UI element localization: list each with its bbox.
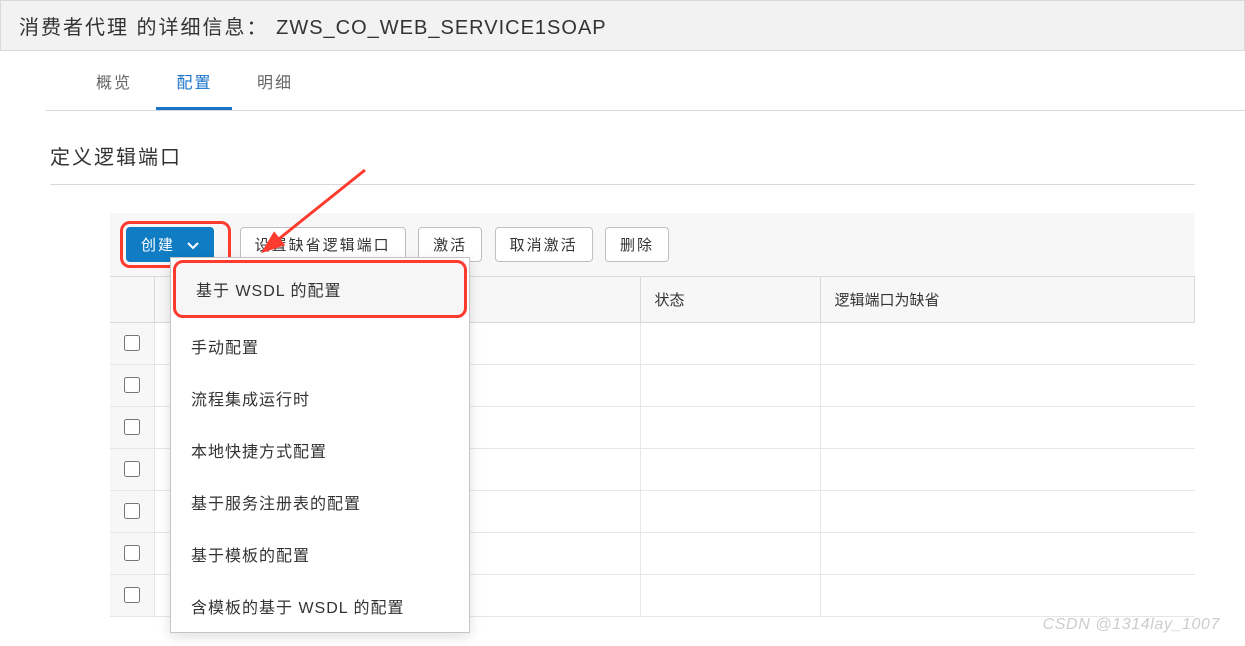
- header-name: ZWS_CO_WEB_SERVICE1SOAP: [276, 17, 607, 39]
- row-checkbox[interactable]: [124, 461, 140, 477]
- cell-default: [820, 533, 1195, 575]
- watermark: CSDN @1314lay_1007: [1043, 616, 1220, 634]
- col-status: 状态: [640, 277, 820, 323]
- row-checkbox[interactable]: [124, 503, 140, 519]
- cell-status: [640, 365, 820, 407]
- cell-default: [820, 449, 1195, 491]
- cell-default: [820, 407, 1195, 449]
- delete-button[interactable]: 删除: [605, 227, 669, 262]
- dd-item-process-integration[interactable]: 流程集成运行时: [171, 372, 469, 424]
- section: 定义逻辑端口 创建 设置缺省逻辑端口 激活 取消激活 删除 基于 WSDL 的配…: [0, 111, 1245, 617]
- tab-overview[interactable]: 概览: [76, 51, 152, 110]
- cell-status: [640, 323, 820, 365]
- dd-item-manual-config[interactable]: 手动配置: [171, 320, 469, 372]
- dd-item-wsdl-config[interactable]: 基于 WSDL 的配置: [173, 260, 467, 318]
- cell-status: [640, 533, 820, 575]
- dd-item-service-registry[interactable]: 基于服务注册表的配置: [171, 476, 469, 528]
- create-button-label: 创建: [141, 237, 175, 254]
- create-dropdown: 基于 WSDL 的配置 手动配置 流程集成运行时 本地快捷方式配置 基于服务注册…: [170, 257, 470, 633]
- cell-status: [640, 491, 820, 533]
- section-title: 定义逻辑端口: [50, 141, 1195, 185]
- chevron-down-icon: [187, 237, 199, 254]
- cell-default: [820, 323, 1195, 365]
- row-checkbox[interactable]: [124, 545, 140, 561]
- row-checkbox[interactable]: [124, 377, 140, 393]
- deactivate-button[interactable]: 取消激活: [495, 227, 593, 262]
- col-checkbox: [110, 277, 154, 323]
- dd-item-local-shortcut[interactable]: 本地快捷方式配置: [171, 424, 469, 476]
- toolbar: 创建 设置缺省逻辑端口 激活 取消激活 删除 基于 WSDL 的配置 手动配置 …: [110, 213, 1195, 276]
- cell-default: [820, 491, 1195, 533]
- cell-status: [640, 407, 820, 449]
- page-header: 消费者代理 的详细信息： ZWS_CO_WEB_SERVICE1SOAP: [0, 0, 1245, 51]
- cell-status: [640, 449, 820, 491]
- tabs: 概览 配置 明细: [46, 51, 1245, 111]
- cell-default: [820, 575, 1195, 617]
- tab-config[interactable]: 配置: [156, 51, 232, 110]
- header-prefix: 消费者代理 的详细信息：: [19, 17, 269, 39]
- col-default: 逻辑端口为缺省: [820, 277, 1195, 323]
- row-checkbox[interactable]: [124, 587, 140, 603]
- dd-item-template-wsdl-config[interactable]: 含模板的基于 WSDL 的配置: [171, 580, 469, 632]
- row-checkbox[interactable]: [124, 335, 140, 351]
- cell-default: [820, 365, 1195, 407]
- row-checkbox[interactable]: [124, 419, 140, 435]
- tab-detail[interactable]: 明细: [237, 51, 313, 110]
- cell-status: [640, 575, 820, 617]
- dd-item-template-config[interactable]: 基于模板的配置: [171, 528, 469, 580]
